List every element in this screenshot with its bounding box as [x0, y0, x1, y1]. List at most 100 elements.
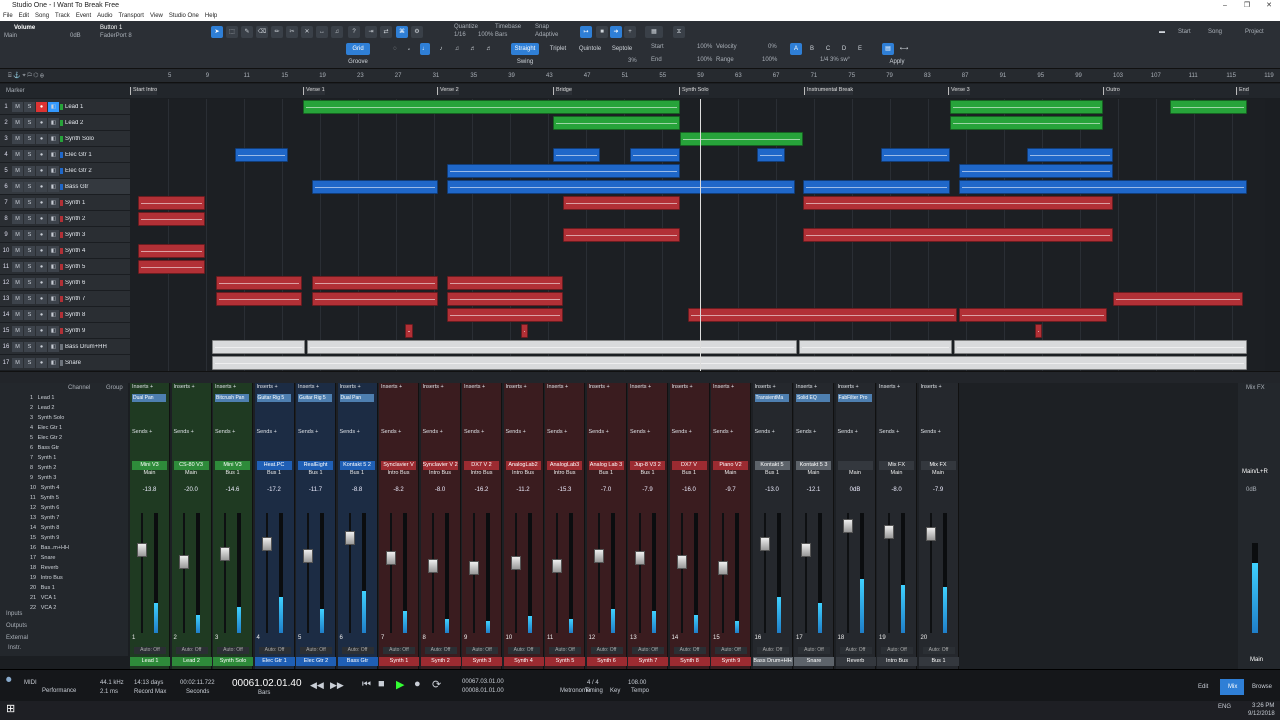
play-button[interactable]: ▶ — [396, 678, 404, 691]
mute-button[interactable]: M — [12, 357, 23, 368]
track-name[interactable]: Synth 5 — [60, 263, 130, 270]
output-bus[interactable]: Bus 1 — [589, 470, 624, 476]
solo-button[interactable]: S — [24, 197, 35, 208]
record-arm-button[interactable]: ● — [36, 341, 47, 352]
septole-button[interactable]: Septole — [608, 43, 636, 55]
bend-tool-icon[interactable]: ↔ — [316, 26, 328, 38]
track-header[interactable]: 14 M S ● ◧ Synth 8 — [0, 307, 130, 323]
insert-plugin[interactable]: Bitcrush Pan — [215, 394, 249, 402]
menu-audio[interactable]: Audio — [97, 11, 112, 21]
console-list-row[interactable]: 1 Lead 1 — [30, 395, 54, 405]
marker-verse-3[interactable]: Verse 3 — [948, 87, 970, 95]
channel-label[interactable]: Elec Gtr 1 — [254, 657, 295, 666]
monitor-button[interactable]: ◧ — [48, 181, 59, 192]
output-bus[interactable]: Main — [713, 470, 748, 476]
sends-label[interactable]: Sends + — [132, 429, 152, 435]
time-signature[interactable]: 4 / 4 — [587, 680, 599, 686]
insert-plugin[interactable]: Dual Pan — [339, 394, 374, 402]
inserts-label[interactable]: Inserts + — [298, 384, 319, 390]
clip-event[interactable] — [405, 324, 413, 338]
sends-label[interactable]: Sends + — [298, 429, 318, 435]
menu-file[interactable]: File — [3, 11, 13, 21]
console-list-row[interactable]: 2 Lead 2 — [30, 405, 54, 415]
solo-button[interactable]: S — [24, 165, 35, 176]
track-header[interactable]: 7 M S ● ◧ Synth 1 — [0, 195, 130, 211]
output-bus[interactable]: Bus 1 — [215, 470, 250, 476]
output-bus[interactable]: Bus 1 — [298, 470, 333, 476]
insert-plugin[interactable]: Guitar Rig 5 — [256, 394, 291, 402]
automation-mode[interactable]: Auto: Off — [507, 647, 540, 654]
automation-mode[interactable]: Auto: Off — [175, 647, 208, 654]
mixer-grid-icon[interactable]: ▦ — [645, 26, 663, 38]
automation-mode[interactable]: Auto: Off — [134, 647, 166, 654]
instrument-name[interactable] — [837, 461, 873, 470]
record-arm-button[interactable]: ● — [36, 197, 47, 208]
insert-plugin[interactable]: Solid EQ — [796, 394, 830, 402]
clip-event[interactable] — [212, 340, 305, 354]
sends-label[interactable]: Sends + — [713, 429, 733, 435]
console-list-row[interactable]: 3 Synth Solo — [30, 415, 64, 425]
instrument-name[interactable]: Mix FX — [879, 461, 914, 470]
console-list-row[interactable]: 16 Bas..m+HH — [30, 545, 69, 555]
half-note-icon[interactable]: ♩ — [420, 43, 430, 55]
console-list-name[interactable]: Bus 1 — [41, 585, 55, 591]
track-header[interactable]: 3 M S ● ◧ Synth Solo — [0, 131, 130, 147]
automation-mode[interactable]: Auto: Off — [549, 647, 581, 654]
solo-button[interactable]: S — [24, 229, 35, 240]
instr-button[interactable]: Instr. — [8, 645, 21, 651]
marker-verse-1[interactable]: Verse 1 — [303, 87, 325, 95]
clip-event[interactable] — [799, 340, 952, 354]
automation-mode[interactable]: Auto: Off — [632, 647, 664, 654]
clip-event[interactable] — [216, 292, 302, 306]
mute-button[interactable]: M — [12, 181, 23, 192]
volume-fader[interactable] — [925, 527, 936, 541]
inserts-label[interactable]: Inserts + — [547, 384, 568, 390]
volume-fader[interactable] — [469, 561, 479, 575]
maximize-button[interactable]: ❐ — [1236, 0, 1258, 11]
volume-readout[interactable]: -14.6 — [215, 487, 250, 493]
track-header[interactable]: 5 M S ● ◧ Elec Gtr 2 — [0, 163, 130, 179]
clip-event[interactable] — [950, 100, 1103, 114]
output-bus[interactable]: Bus 1 — [257, 470, 292, 476]
track-header[interactable]: 8 M S ● ◧ Synth 2 — [0, 211, 130, 227]
inputs-button[interactable]: Inputs — [6, 611, 22, 617]
record-button[interactable]: ● — [414, 678, 421, 690]
instrument-name[interactable]: Mini V3 — [215, 461, 250, 470]
inserts-label[interactable]: Inserts + — [796, 384, 817, 390]
console-list-row[interactable]: 14 Synth 8 — [30, 525, 59, 535]
sends-label[interactable]: Sends + — [423, 429, 443, 435]
volume-readout[interactable]: -15.3 — [547, 487, 582, 493]
output-bus[interactable]: Bus 1 — [340, 470, 375, 476]
timeline-ruler[interactable]: ⌸ ⚓ ⌖ ⚐ ⌬ ⊕ 5 9 11 15 19 23 27 31 35 39 43 47 51 55 59… — [0, 69, 1280, 83]
channel-label[interactable]: Synth 3 — [462, 657, 502, 666]
clip-event[interactable] — [553, 116, 680, 130]
channel-label[interactable]: Synth 1 — [379, 657, 419, 666]
monitor-button[interactable]: ◧ — [48, 133, 59, 144]
volume-fader[interactable] — [510, 556, 521, 570]
console-list-row[interactable]: 12 Synth 6 — [30, 505, 59, 515]
solo-button[interactable]: S — [24, 261, 35, 272]
output-bus[interactable]: Intro Bus — [423, 470, 458, 476]
mute-button[interactable]: M — [12, 165, 23, 176]
volume-readout[interactable]: -7.9 — [921, 487, 956, 493]
channel-label[interactable]: Lead 2 — [171, 657, 212, 666]
link-icon[interactable]: ⟷ — [898, 43, 910, 55]
clip-event[interactable] — [312, 276, 438, 290]
inserts-label[interactable]: Inserts + — [423, 384, 444, 390]
straight-button[interactable]: Straight — [511, 43, 539, 55]
clip-event[interactable] — [630, 148, 680, 162]
output-bus[interactable]: Intro Bus — [381, 470, 416, 476]
marker-bridge[interactable]: Bridge — [553, 87, 572, 95]
volume-readout[interactable]: -8.0 — [423, 487, 458, 493]
instrument-name[interactable]: DX7 V — [671, 461, 707, 470]
arrange-scrollbar[interactable] — [0, 371, 1280, 383]
console-list-name[interactable]: Snare — [41, 555, 56, 561]
marker-track[interactable]: Marker Start Intro Verse 1 Verse 2 Bridge Sy… — [0, 84, 1280, 98]
channel-label[interactable]: Bass Gtr — [337, 657, 378, 666]
console-list-row[interactable]: 17 Snare — [30, 555, 55, 565]
clip-event[interactable] — [216, 276, 302, 290]
console-list-name[interactable]: Lead 1 — [38, 395, 55, 401]
automation-mode[interactable]: Auto: Off — [424, 647, 457, 654]
volume-readout[interactable]: -11.7 — [298, 487, 333, 493]
inserts-label[interactable]: Inserts + — [464, 384, 485, 390]
